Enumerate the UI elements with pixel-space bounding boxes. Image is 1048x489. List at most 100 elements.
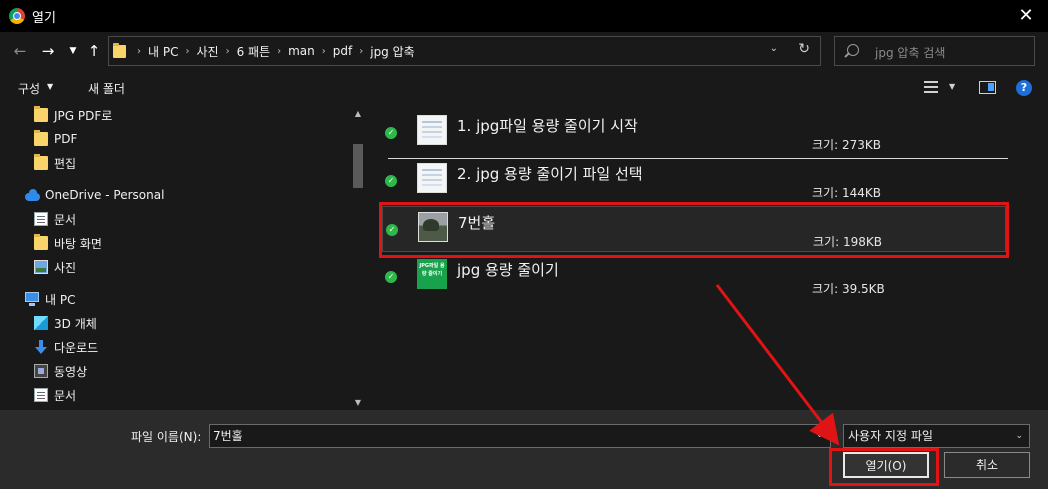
up-arrow-icon[interactable]: ↑ [84, 40, 104, 62]
document-icon [34, 388, 48, 402]
file-name: 7번홀 [458, 214, 496, 232]
nav-item-label: 편집 [54, 156, 77, 171]
breadcrumb-pc[interactable]: 내 PC [148, 43, 178, 60]
nav-item-downloads[interactable]: 다운로드 [34, 336, 98, 358]
scroll-down-icon[interactable]: ▼ [353, 398, 363, 407]
nav-item-label: 3D 개체 [54, 316, 97, 331]
breadcrumb-6[interactable]: 6 패튼 [237, 43, 271, 60]
folder-icon [34, 130, 48, 146]
file-thumbnail [417, 115, 447, 145]
folder-icon [34, 106, 48, 122]
cancel-button[interactable]: 취소 [944, 452, 1030, 478]
chevron-right-icon[interactable]: › [226, 46, 230, 57]
download-icon [34, 340, 48, 354]
scrollbar-thumb[interactable] [353, 144, 363, 188]
sync-check-icon: ✓ [386, 224, 398, 236]
breadcrumb-pdf[interactable]: pdf [333, 44, 352, 58]
file-thumbnail [417, 163, 447, 193]
nav-item-label: 동영상 [54, 364, 88, 379]
chevron-down-icon[interactable]: ⌄ [770, 43, 778, 54]
pc-icon [25, 292, 39, 306]
chevron-down-icon[interactable]: ⌄ [816, 430, 824, 440]
file-thumbnail: JPG파일 용량 줄이기 [417, 259, 447, 289]
file-item[interactable]: ✓ 2. jpg 용량 줄이기 파일 선택 크기: 144KB [382, 158, 1006, 204]
filetype-select[interactable]: 사용자 지정 파일 ⌄ [843, 424, 1030, 448]
chevron-down-icon[interactable]: ▼ [47, 82, 53, 91]
chevron-right-icon[interactable]: › [185, 46, 189, 57]
chrome-icon [9, 8, 25, 24]
file-name: jpg 용량 줄이기 [457, 261, 559, 279]
back-arrow-icon[interactable]: ← [10, 40, 30, 62]
chevron-right-icon[interactable]: › [137, 46, 141, 57]
3d-objects-icon [34, 316, 48, 330]
search-input[interactable]: jpg 압축 검색 [834, 36, 1035, 66]
address-bar[interactable]: › 내 PC › 사진 › 6 패튼 › man › pdf › jpg 압축 … [108, 36, 821, 66]
nav-item-label: 문서 [54, 212, 77, 227]
nav-item-documents-2[interactable]: 문서 [34, 384, 76, 406]
nav-scrollbar[interactable]: ▲ ▼ [350, 106, 366, 410]
file-size: 크기: 273KB [812, 138, 881, 152]
address-row: ← → ▼ ↑ › 내 PC › 사진 › 6 패튼 › man › pdf ›… [0, 32, 1048, 70]
nav-item-3d-objects[interactable]: 3D 개체 [34, 312, 97, 334]
sync-check-icon: ✓ [385, 127, 397, 139]
chevron-right-icon[interactable]: › [359, 46, 363, 57]
nav-item-jpg-pdf[interactable]: JPG PDF로 [34, 106, 112, 126]
filename-label: 파일 이름(N): [131, 430, 202, 444]
search-icon [847, 44, 859, 56]
scroll-up-icon[interactable]: ▲ [353, 109, 363, 118]
nav-item-documents[interactable]: 문서 [34, 208, 76, 230]
title-bar: 열기 ✕ [0, 0, 1048, 32]
refresh-icon[interactable]: ↻ [798, 41, 810, 57]
nav-item-onedrive[interactable]: OneDrive - Personal [25, 184, 164, 206]
nav-item-pdf[interactable]: PDF [34, 128, 77, 150]
breadcrumb-jpg-compress[interactable]: jpg 압축 [370, 43, 414, 60]
chevron-down-icon[interactable]: ▼ [949, 82, 955, 91]
file-item[interactable]: ✓ JPG파일 용량 줄이기 jpg 용량 줄이기 크기: 39.5KB [382, 254, 1006, 300]
onedrive-icon [25, 188, 40, 202]
file-item-selected[interactable]: ✓ 7번홀 크기: 198KB [382, 206, 1006, 252]
file-item[interactable]: ✓ 1. jpg파일 용량 줄이기 시작 크기: 273KB [382, 110, 1006, 156]
nav-item-label: OneDrive - Personal [45, 188, 165, 202]
nav-item-label: 사진 [54, 260, 77, 275]
nav-item-videos[interactable]: 동영상 [34, 360, 87, 382]
navigation-pane: JPG PDF로 PDF 편집 OneDrive - Personal 문서 바… [0, 106, 366, 410]
close-icon[interactable]: ✕ [1014, 4, 1038, 28]
organize-button[interactable]: 구성 [18, 80, 40, 97]
sync-check-icon: ✓ [385, 271, 397, 283]
nav-item-label: 내 PC [45, 292, 76, 307]
nav-item-edit[interactable]: 편집 [34, 152, 76, 174]
nav-item-this-pc[interactable]: 내 PC [25, 288, 75, 310]
recent-locations-chevron-icon[interactable]: ▼ [63, 40, 83, 62]
folder-icon [34, 154, 48, 170]
breadcrumb-pictures[interactable]: 사진 [196, 43, 218, 60]
file-size: 크기: 39.5KB [812, 282, 885, 296]
folder-icon [34, 234, 48, 250]
folder-icon [113, 42, 126, 58]
window-title: 열기 [32, 11, 56, 26]
video-icon [34, 364, 48, 378]
search-placeholder: jpg 압축 검색 [875, 46, 946, 60]
document-icon [34, 212, 48, 226]
chevron-right-icon[interactable]: › [322, 46, 326, 57]
nav-item-pictures[interactable]: 사진 [34, 256, 76, 278]
file-size: 크기: 144KB [812, 186, 881, 200]
chevron-down-icon[interactable]: ⌄ [1015, 425, 1023, 447]
nav-item-label: 다운로드 [54, 340, 99, 355]
filename-input[interactable]: 7번홀 [209, 424, 831, 448]
forward-arrow-icon[interactable]: → [38, 40, 58, 62]
breadcrumb-man[interactable]: man [288, 44, 315, 58]
nav-item-label: 바탕 화면 [54, 236, 102, 251]
file-name: 1. jpg파일 용량 줄이기 시작 [457, 117, 638, 135]
nav-item-desktop[interactable]: 바탕 화면 [34, 232, 102, 254]
nav-item-label: JPG PDF로 [54, 108, 113, 123]
file-list: ✓ 1. jpg파일 용량 줄이기 시작 크기: 273KB ✓ 2. jpg … [370, 106, 1048, 410]
new-folder-button[interactable]: 새 폴더 [88, 80, 125, 97]
chevron-right-icon[interactable]: › [277, 46, 281, 57]
sync-check-icon: ✓ [385, 175, 397, 187]
file-name: 2. jpg 용량 줄이기 파일 선택 [457, 165, 643, 183]
view-options-icon[interactable] [924, 80, 938, 94]
nav-item-label: 문서 [54, 388, 77, 403]
toolbar: 구성 ▼ 새 폴더 ▼ ? [0, 70, 1048, 106]
preview-pane-icon[interactable] [979, 81, 996, 94]
help-icon[interactable]: ? [1016, 80, 1032, 96]
